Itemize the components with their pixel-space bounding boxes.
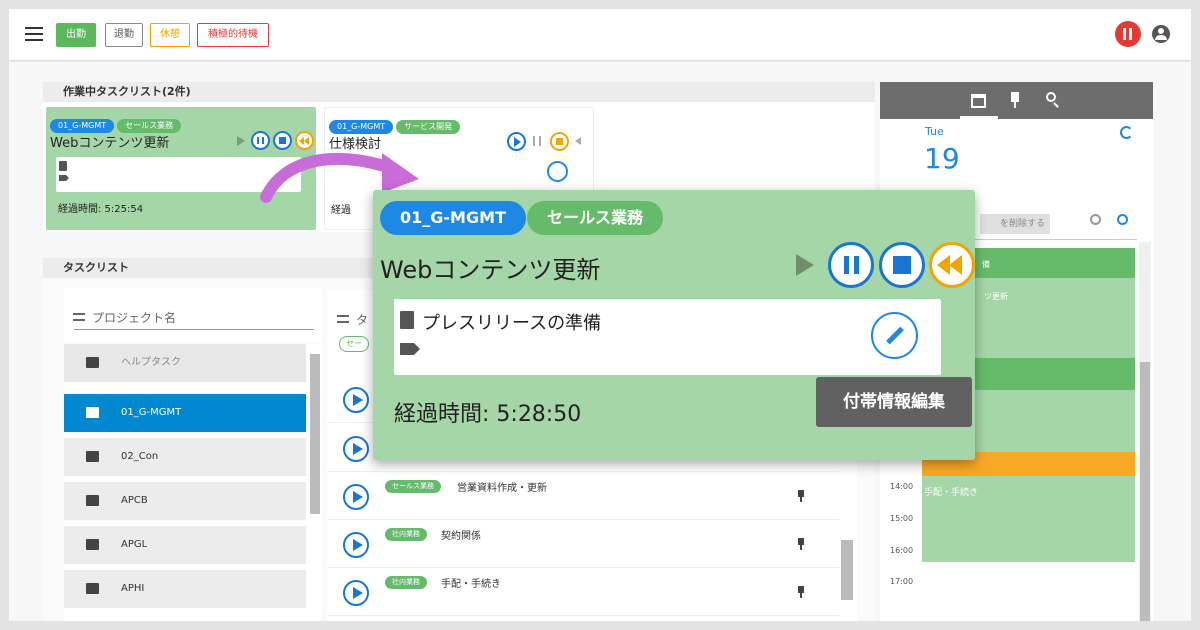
play-button[interactable]	[507, 132, 526, 151]
note-text: プレスリリースの準備	[422, 313, 602, 334]
edit-tooltip: 付帯情報編集	[816, 377, 972, 427]
task-name: 営業資料作成・更新	[457, 483, 547, 494]
chip-filter[interactable]: セー	[339, 336, 369, 352]
time-label: 15:00	[890, 514, 914, 523]
zoom-out-icon[interactable]	[1090, 214, 1101, 225]
elapsed-time: 経過時間: 5:25:54	[58, 204, 144, 215]
folder-icon	[86, 495, 99, 506]
category-chip: 社内業務	[385, 528, 427, 541]
calendar-day-number: 19	[924, 142, 960, 175]
status-standby-button[interactable]: 積極的待機	[197, 23, 269, 47]
filter-icon	[337, 315, 349, 323]
category-chip: サービス開発	[396, 120, 461, 134]
project-chip: 01_G-MGMT	[329, 120, 394, 134]
menu-icon[interactable]	[25, 27, 43, 41]
play-button[interactable]	[343, 387, 369, 413]
task-row[interactable]: セールス業務 営業資料作成・更新	[327, 472, 839, 520]
project-item[interactable]: APCB	[64, 482, 306, 520]
status-clock-in-button[interactable]: 出勤	[56, 23, 96, 47]
play-button[interactable]	[343, 484, 369, 510]
document-icon	[59, 161, 67, 171]
project-item[interactable]: APGL	[64, 526, 306, 564]
edit-note-button[interactable]	[871, 312, 918, 359]
refresh-icon[interactable]	[1120, 126, 1133, 139]
time-label: 17:00	[890, 577, 914, 586]
play-button[interactable]	[343, 532, 369, 558]
project-chip: 01_G-MGMT	[50, 119, 115, 133]
time-label: 16:00	[890, 546, 914, 555]
category-chip: セールス業務	[527, 201, 664, 235]
task-title: Webコンテンツ更新	[380, 256, 601, 284]
task-list-scrollbar[interactable]	[841, 540, 853, 600]
folder-icon	[86, 451, 99, 462]
folder-icon	[86, 407, 99, 418]
pause-button[interactable]	[251, 131, 270, 150]
stop-button[interactable]	[550, 132, 569, 151]
rewind-button[interactable]	[929, 242, 975, 288]
folder-icon	[86, 583, 99, 594]
delete-button[interactable]: を削除する	[980, 214, 1050, 234]
tab-search[interactable]	[1046, 92, 1062, 108]
account-icon[interactable]	[1152, 25, 1170, 43]
task-name: 手配・手続き	[441, 579, 501, 590]
calendar-event[interactable]: 手配・手続き	[922, 476, 1135, 562]
project-item[interactable]: ヘルプタスク	[64, 344, 306, 382]
time-label: 14:00	[890, 482, 914, 491]
top-bar: 出勤 退勤 休憩 積極的待機	[9, 9, 1191, 61]
edit-note-button[interactable]	[547, 161, 568, 182]
zoom-in-icon[interactable]	[1117, 214, 1128, 225]
play-disabled-icon	[796, 254, 814, 276]
stop-button[interactable]	[879, 242, 925, 288]
folder-icon	[86, 539, 99, 550]
elapsed-time: 経過時間: 5:28:50	[394, 402, 582, 427]
project-chip: 01_G-MGMT	[380, 201, 526, 235]
pin-icon[interactable]	[797, 538, 805, 550]
tag-icon	[400, 343, 420, 355]
pencil-icon	[886, 326, 904, 345]
tab-calendar[interactable]	[960, 82, 998, 119]
active-tasks-title: 作業中タスクリスト(2件)	[43, 82, 875, 102]
stop-button[interactable]	[273, 131, 292, 150]
play-disabled-icon	[237, 136, 245, 146]
project-item[interactable]: APHI	[64, 570, 306, 608]
pin-icon[interactable]	[797, 586, 805, 598]
tab-pin[interactable]	[1007, 92, 1023, 110]
project-list: ヘルプタスク 01_G-MGMT 02_Con APCB APGL APHI	[64, 344, 322, 621]
global-pause-button[interactable]	[1115, 21, 1141, 47]
task-note: プレスリリースの準備	[394, 299, 941, 375]
pin-icon	[1011, 92, 1019, 102]
play-button[interactable]	[343, 436, 369, 462]
task-row[interactable]: 社内業務 契約関係	[327, 520, 839, 568]
calendar-scrollbar[interactable]	[1139, 242, 1151, 621]
category-chip: 社内業務	[385, 576, 427, 589]
help-folder-icon	[86, 357, 99, 368]
calendar-toolbar	[880, 82, 1153, 119]
rewind-button[interactable]	[295, 131, 314, 150]
tag-icon	[59, 175, 69, 181]
calendar-day-name: Tue	[925, 125, 944, 138]
filter-underline	[74, 329, 314, 330]
project-item[interactable]: 02_Con	[64, 438, 306, 476]
play-button[interactable]	[343, 580, 369, 606]
calendar-icon	[971, 94, 986, 108]
category-chip: セールス業務	[385, 480, 441, 493]
search-icon	[1046, 92, 1056, 102]
project-list-scrollbar[interactable]	[310, 354, 320, 514]
filter-icon	[73, 313, 85, 321]
pause-button[interactable]	[828, 242, 874, 288]
task-title: Webコンテンツ更新	[50, 136, 170, 151]
project-filter-input[interactable]: プロジェクト名	[92, 309, 176, 326]
project-filter-header: プロジェクト名	[64, 288, 322, 343]
pin-icon[interactable]	[797, 490, 805, 502]
document-icon	[400, 311, 414, 329]
task-name: 契約関係	[441, 531, 481, 542]
category-chip: セールス業務	[117, 119, 182, 133]
rewind-disabled-icon	[575, 137, 581, 145]
task-row[interactable]: 社内業務 手配・手続き	[327, 568, 839, 616]
task-filter-input[interactable]: タ	[356, 311, 368, 328]
status-break-button[interactable]: 休憩	[150, 23, 190, 47]
project-item[interactable]: 01_G-MGMT	[64, 394, 306, 432]
pause-disabled-icon	[533, 136, 541, 146]
status-clock-out-button[interactable]: 退勤	[105, 23, 143, 47]
